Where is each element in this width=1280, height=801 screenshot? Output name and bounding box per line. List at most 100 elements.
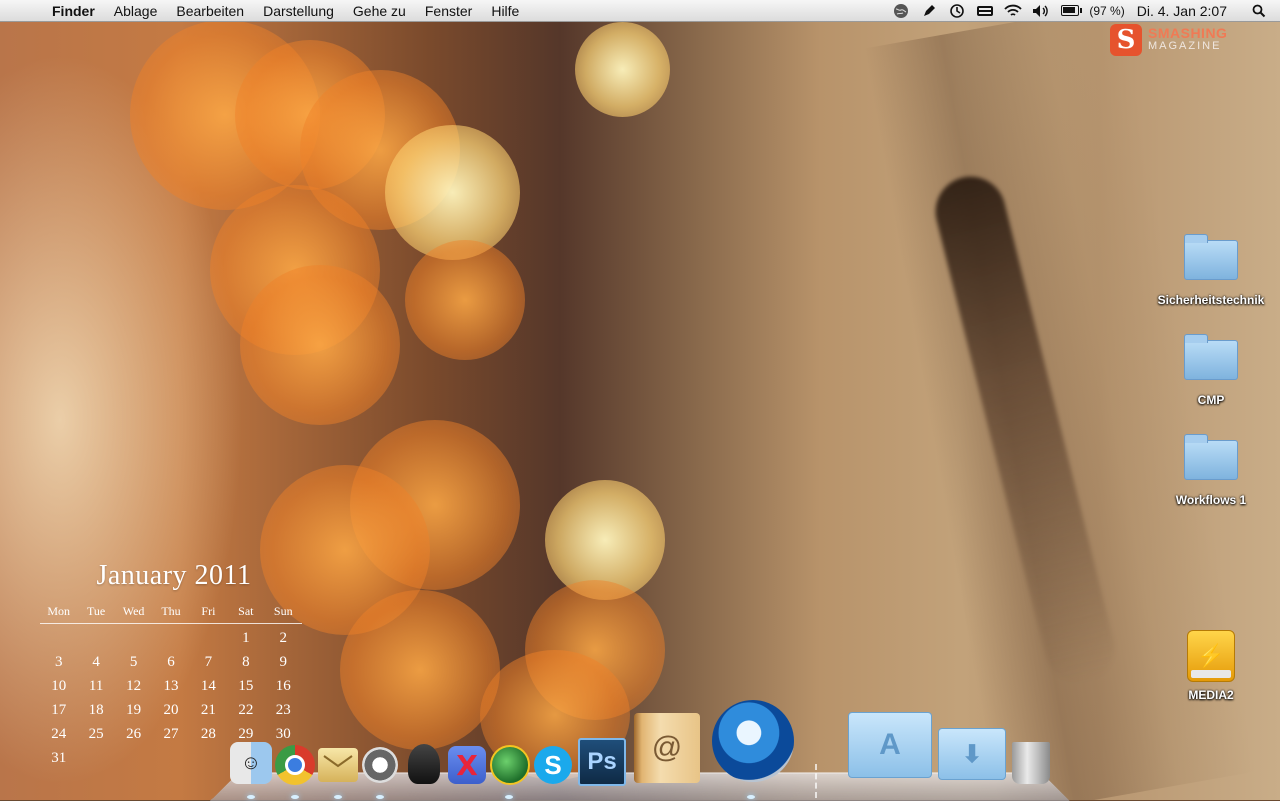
calendar-day: 26 [126, 726, 142, 742]
calendar-day: 27 [163, 726, 179, 742]
calendar-day: 25 [88, 726, 104, 742]
calendar-day [77, 630, 114, 648]
calendar-day: 4 [92, 654, 100, 670]
dock-running-indicator [291, 795, 299, 799]
wallpaper-bokeh [340, 590, 500, 750]
calendar-day: 1 [242, 630, 250, 646]
calendar-weekday: Wed [122, 604, 145, 618]
calendar-day: 6 [167, 654, 175, 670]
desktop-icon-label: Sicherheitstechnik [1157, 293, 1265, 307]
calendar-day: 7 [204, 654, 213, 670]
calendar-day [40, 630, 77, 648]
battery-icon[interactable] [1060, 2, 1084, 20]
dock-finder-icon[interactable]: ☺ [230, 742, 272, 784]
menubar-clock[interactable]: Di. 4. Jan 2:07 [1137, 3, 1227, 19]
calendar-weekday: Fri [201, 604, 216, 618]
menu-hilfe[interactable]: Hilfe [491, 3, 519, 19]
calendar-day: 12 [126, 678, 142, 694]
dock-running-indicator [334, 795, 342, 799]
calendar-day [115, 750, 152, 768]
calendar-day [77, 750, 114, 768]
desktop-icon-cmp[interactable]: CMP [1156, 334, 1266, 408]
desktop-icon-label: Workflows 1 [1175, 493, 1247, 507]
menu-bearbeiten[interactable]: Bearbeiten [176, 3, 244, 19]
desktop-icon-label: MEDIA2 [1188, 688, 1234, 702]
logo-line1: SMASHING [1148, 25, 1228, 41]
desktop-icon-sicherheitstechnik[interactable]: Sicherheitstechnik [1156, 234, 1266, 308]
menu-fenster[interactable]: Fenster [425, 3, 472, 19]
calendar-day: 21 [200, 702, 216, 718]
calendar-weekday: Tue [87, 604, 106, 618]
pen-icon[interactable] [920, 2, 938, 20]
dock-globe-icon[interactable] [490, 745, 530, 785]
dock-running-indicator [747, 795, 755, 799]
calendar-day [152, 630, 189, 648]
status-area: (97 %) Di. 4. Jan 2:07 [887, 0, 1280, 22]
dock-running-indicator [505, 795, 513, 799]
usb-drive-icon: ⚡ [1187, 630, 1235, 682]
wallpaper-bokeh [575, 22, 670, 117]
battery-level-fill [1062, 7, 1076, 13]
dock-running-indicator [247, 795, 255, 799]
desktop-icon-media2[interactable]: ⚡ MEDIA2 [1156, 630, 1266, 703]
calendar-day: 13 [163, 678, 179, 694]
dock-headphones-icon[interactable] [362, 747, 398, 783]
dock-mail-icon[interactable] [318, 748, 358, 782]
wallpaper-bokeh [385, 125, 520, 260]
dock-trash-icon[interactable] [1012, 742, 1050, 784]
calendar-widget: January 2011 Mon Tue Wed Thu Fri Sat Sun 12345… [40, 560, 302, 768]
menu-ablage[interactable]: Ablage [114, 3, 158, 19]
spotlight-search-icon[interactable] [1250, 2, 1268, 20]
dock-photoshop-icon[interactable]: Ps [578, 738, 626, 786]
calendar-day: 11 [88, 678, 104, 694]
calendar-day: 17 [51, 702, 67, 718]
menu-bar: Finder Ablage Bearbeiten Darstellung Geh… [0, 0, 1280, 22]
calendar-day: 2 [279, 630, 288, 646]
calendar-day: 8 [242, 654, 250, 670]
dock-spy-icon[interactable] [408, 744, 440, 784]
time-machine-icon[interactable] [948, 2, 966, 20]
battery-percent[interactable]: (97 %) [1089, 4, 1124, 18]
calendar-day [190, 750, 227, 768]
dock-applications-folder-icon[interactable]: A [848, 712, 932, 778]
calendar-day: 9 [279, 654, 288, 670]
calendar-weekday: Mon [47, 604, 71, 618]
folder-icon [1184, 334, 1238, 380]
calendar-day: 30 [275, 726, 291, 742]
menu-gehe-zu[interactable]: Gehe zu [353, 3, 406, 19]
calendar-day: 10 [51, 678, 67, 694]
dock-x-app-icon[interactable]: X [448, 746, 486, 784]
desktop-icon-label: CMP [1197, 393, 1225, 407]
calendar-day: 19 [126, 702, 142, 718]
calendar-title: January 2011 [96, 560, 252, 591]
smashing-magazine-logo: S SMASHING MAGAZINE [1110, 24, 1227, 56]
dock-quicktime-icon[interactable] [712, 700, 794, 782]
dock-running-indicator [376, 795, 384, 799]
folder-icon [1184, 234, 1238, 280]
calendar-day: 28 [200, 726, 216, 742]
logo-badge: S [1110, 24, 1142, 56]
wallpaper-bokeh [240, 265, 400, 425]
calendar-day [152, 750, 189, 768]
calendar-day: 18 [88, 702, 104, 718]
menu-finder[interactable]: Finder [52, 3, 95, 19]
calendar-weekday: Sat [238, 604, 254, 618]
desktop-icon-workflows[interactable]: Workflows 1 [1156, 434, 1266, 508]
dock-address-book-icon[interactable]: @ [634, 713, 700, 783]
calendar-day: 20 [163, 702, 179, 718]
dock-chrome-icon[interactable] [275, 745, 315, 785]
volume-icon[interactable] [1032, 2, 1050, 20]
folder-icon [1184, 434, 1238, 480]
wifi-icon[interactable] [1004, 2, 1023, 20]
dock-skype-icon[interactable]: S [534, 746, 572, 784]
menu-darstellung[interactable]: Darstellung [263, 3, 334, 19]
calendar-day: 24 [51, 726, 67, 742]
calendar-day: 3 [54, 654, 63, 670]
keyboard-icon[interactable] [976, 2, 994, 20]
calendar-day: 31 [51, 750, 67, 766]
logo-line2: MAGAZINE [1148, 40, 1222, 52]
dock-downloads-folder-icon[interactable]: ⬇ [938, 728, 1006, 780]
globe-icon[interactable] [892, 2, 910, 20]
dock-separator [815, 764, 833, 798]
calendar-day: 15 [238, 678, 254, 694]
